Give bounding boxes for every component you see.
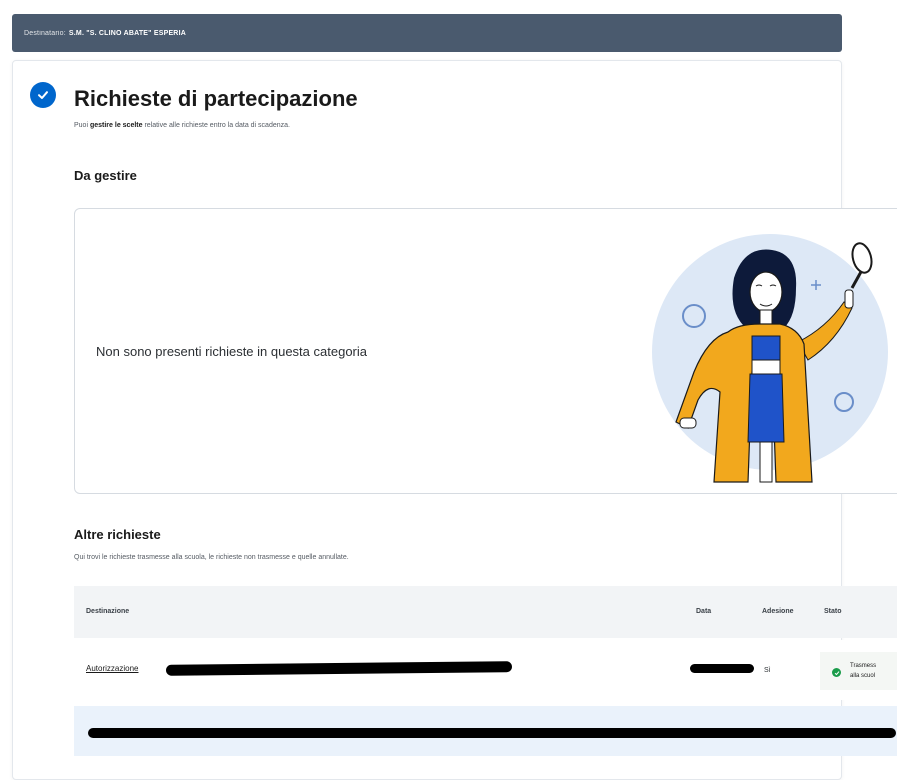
subtitle-suffix: relative alle richieste entro la data di… [142,122,290,129]
col-header-status: Stato [824,608,842,615]
col-header-destination: Destinazione [86,608,130,615]
adhesion-value: Sì [764,667,771,674]
other-requests-heading: Altre richieste [74,527,161,542]
col-header-date: Data [696,608,712,615]
destination-link[interactable]: Autorizzazione [86,664,138,673]
redacted-row-content [88,728,896,738]
table-header: Destinazione Data Adesione Stato [74,586,897,638]
status-text: Trasmess alla scuol [850,661,876,681]
subtitle-prefix: Puoi [74,122,90,129]
subtitle-bold: gestire le scelte [89,122,143,129]
recipient-bar: Destinatario: S.M. "S. CLINO ABATE" ESPE… [12,14,842,52]
other-requests-description: Qui trovi le richieste trasmesse alla sc… [74,554,349,561]
status-check-icon [832,668,841,677]
page-subtitle: Puoi gestire le scelte relative alle ric… [74,122,290,129]
recipient-label: Destinatario: [24,29,66,37]
check-circle-icon [30,82,56,108]
manage-heading: Da gestire [74,168,137,183]
status-line-1: Trasmess [850,663,877,669]
empty-state-message: Non sono presenti richieste in questa ca… [96,344,367,359]
col-header-adhesion: Adesione [762,608,794,615]
recipient-value: S.M. "S. CLINO ABATE" ESPERIA [68,29,186,37]
redacted-date [690,664,754,673]
search-illustration [652,234,888,483]
status-line-2: alla scuol [850,673,876,679]
page-title: Richieste di partecipazione [74,86,358,111]
